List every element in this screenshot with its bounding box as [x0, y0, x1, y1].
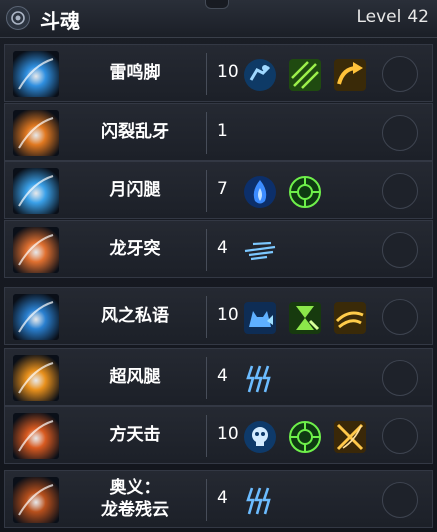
wind-swirl-icon[interactable] [333, 301, 367, 335]
lightning-kick-skill-icon[interactable] [13, 51, 59, 97]
empty-rune-slot[interactable] [382, 418, 418, 454]
flash-fang-skill-icon[interactable] [13, 110, 59, 156]
skill-row[interactable]: 风之私语 10 [4, 287, 433, 345]
tornado-ultimate-skill-icon[interactable] [13, 477, 59, 523]
skill-level: 4 [217, 238, 228, 258]
dash-icon[interactable] [243, 58, 277, 92]
empty-rune-slot[interactable] [382, 299, 418, 335]
skill-name: 雷鸣脚 [109, 63, 161, 83]
dragon-fang-thrust-skill-icon[interactable] [13, 227, 59, 273]
skill-name: 超风腿 [109, 367, 161, 387]
wind-whisper-skill-icon[interactable] [13, 294, 59, 340]
skill-row[interactable]: 雷鸣脚 10 [4, 44, 433, 102]
panel-title: 斗魂 [40, 9, 80, 33]
empty-rune-slot[interactable] [382, 56, 418, 92]
skill-row[interactable]: 方天击 10 [4, 406, 433, 464]
heaven-strike-skill-icon[interactable] [13, 413, 59, 459]
skill-row[interactable]: 超风腿 4 [4, 348, 433, 406]
skill-name: 闪裂乱牙 [101, 122, 169, 142]
row-divider [206, 479, 207, 521]
skill-level: 4 [217, 488, 228, 508]
super-wind-kick-skill-icon[interactable] [13, 355, 59, 401]
crosshair-icon[interactable] [288, 420, 322, 454]
triple-slash-icon[interactable] [288, 58, 322, 92]
level-label: Level [356, 7, 402, 27]
skill-level: 10 [217, 62, 239, 82]
empty-rune-slot[interactable] [382, 173, 418, 209]
skill-name-line1: 奥义： [109, 478, 161, 498]
skill-level: 4 [217, 366, 228, 386]
skill-level: 10 [217, 424, 239, 444]
header-notch [205, 0, 229, 9]
empty-rune-slot[interactable] [382, 482, 418, 518]
skill-row[interactable]: 奥义： 龙卷残云 4 [4, 470, 433, 528]
triple-lightning-icon[interactable] [243, 362, 277, 396]
speed-lines-icon[interactable] [243, 234, 277, 268]
moon-flash-kick-skill-icon[interactable] [13, 168, 59, 214]
row-divider [206, 170, 207, 212]
blue-flame-icon[interactable] [243, 175, 277, 209]
row-divider [206, 229, 207, 271]
empty-rune-slot[interactable] [382, 115, 418, 151]
skill-name: 风之私语 [101, 306, 169, 326]
skill-name: 龙牙突 [109, 239, 161, 259]
cross-slash-icon[interactable] [333, 420, 367, 454]
crosshair-icon[interactable] [288, 175, 322, 209]
skill-level: 10 [217, 305, 239, 325]
skull-burst-icon[interactable] [243, 420, 277, 454]
row-divider [206, 112, 207, 154]
row-divider [206, 296, 207, 338]
skill-row[interactable]: 龙牙突 4 [4, 220, 433, 278]
arrow-curve-icon[interactable] [333, 58, 367, 92]
triple-lightning-icon[interactable] [243, 484, 277, 518]
skill-level: 7 [217, 179, 228, 199]
hourglass-icon[interactable] [288, 301, 322, 335]
empty-rune-slot[interactable] [382, 232, 418, 268]
skill-row[interactable]: 闪裂乱牙 1 [4, 103, 433, 161]
skill-name: 方天击 [109, 425, 161, 445]
skill-name: 月闪腿 [109, 180, 161, 200]
empty-rune-slot[interactable] [382, 360, 418, 396]
level-value: 42 [407, 7, 429, 27]
character-level: Level 42 [356, 7, 429, 27]
skill-row[interactable]: 月闪腿 7 [4, 161, 433, 219]
row-divider [206, 415, 207, 457]
skill-panel: 斗魂 Level 42 雷鸣脚 10 闪裂乱牙 1 月闪腿 7 龙牙突 4 风之… [0, 0, 437, 532]
skill-level: 1 [217, 121, 228, 141]
skill-name-line2: 龙卷残云 [101, 500, 169, 520]
panel-header: 斗魂 Level 42 [0, 0, 437, 38]
skill-name: 奥义： 龙卷残云 [67, 477, 203, 521]
gear-icon[interactable] [6, 6, 30, 30]
cat-buff-icon[interactable] [243, 301, 277, 335]
row-divider [206, 53, 207, 95]
row-divider [206, 357, 207, 399]
